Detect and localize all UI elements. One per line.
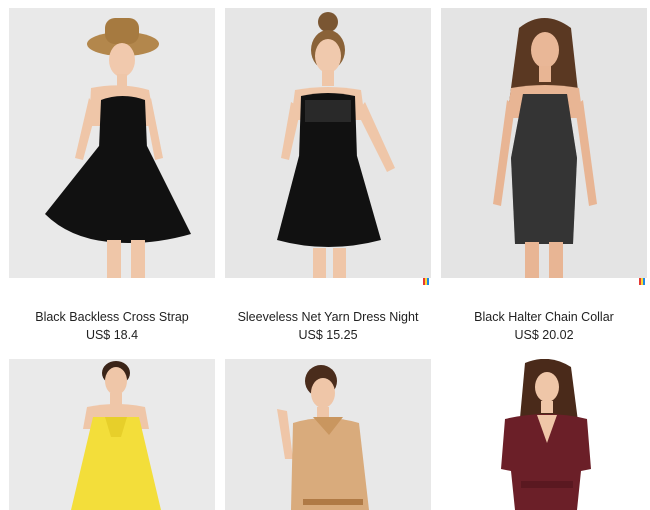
product-card[interactable] bbox=[9, 359, 215, 510]
product-card[interactable] bbox=[225, 359, 431, 510]
product-grid: Black Backless Cross Strap US$ 18.4 Slee… bbox=[0, 0, 650, 510]
product-card[interactable]: Sleeveless Net Yarn Dress Night US$ 15.2… bbox=[225, 8, 431, 348]
product-price: US$ 15.25 bbox=[298, 328, 358, 342]
color-swatch-icon bbox=[639, 278, 645, 285]
product-image[interactable] bbox=[441, 359, 647, 510]
product-card[interactable] bbox=[441, 359, 647, 510]
color-swatch-icon bbox=[423, 278, 429, 285]
product-title[interactable]: Black Halter Chain Collar bbox=[441, 310, 647, 324]
product-image[interactable] bbox=[9, 359, 215, 510]
product-card[interactable]: Black Halter Chain Collar US$ 20.02 bbox=[441, 8, 647, 348]
product-title[interactable]: Sleeveless Net Yarn Dress Night bbox=[225, 310, 431, 324]
product-image[interactable] bbox=[9, 8, 215, 278]
product-price: US$ 20.02 bbox=[514, 328, 574, 342]
product-price: US$ 18.4 bbox=[85, 328, 139, 342]
product-image[interactable] bbox=[225, 8, 431, 278]
product-image[interactable] bbox=[225, 359, 431, 510]
product-card[interactable]: Black Backless Cross Strap US$ 18.4 bbox=[9, 8, 215, 348]
product-title[interactable]: Black Backless Cross Strap bbox=[9, 310, 215, 324]
product-image[interactable] bbox=[441, 8, 647, 278]
